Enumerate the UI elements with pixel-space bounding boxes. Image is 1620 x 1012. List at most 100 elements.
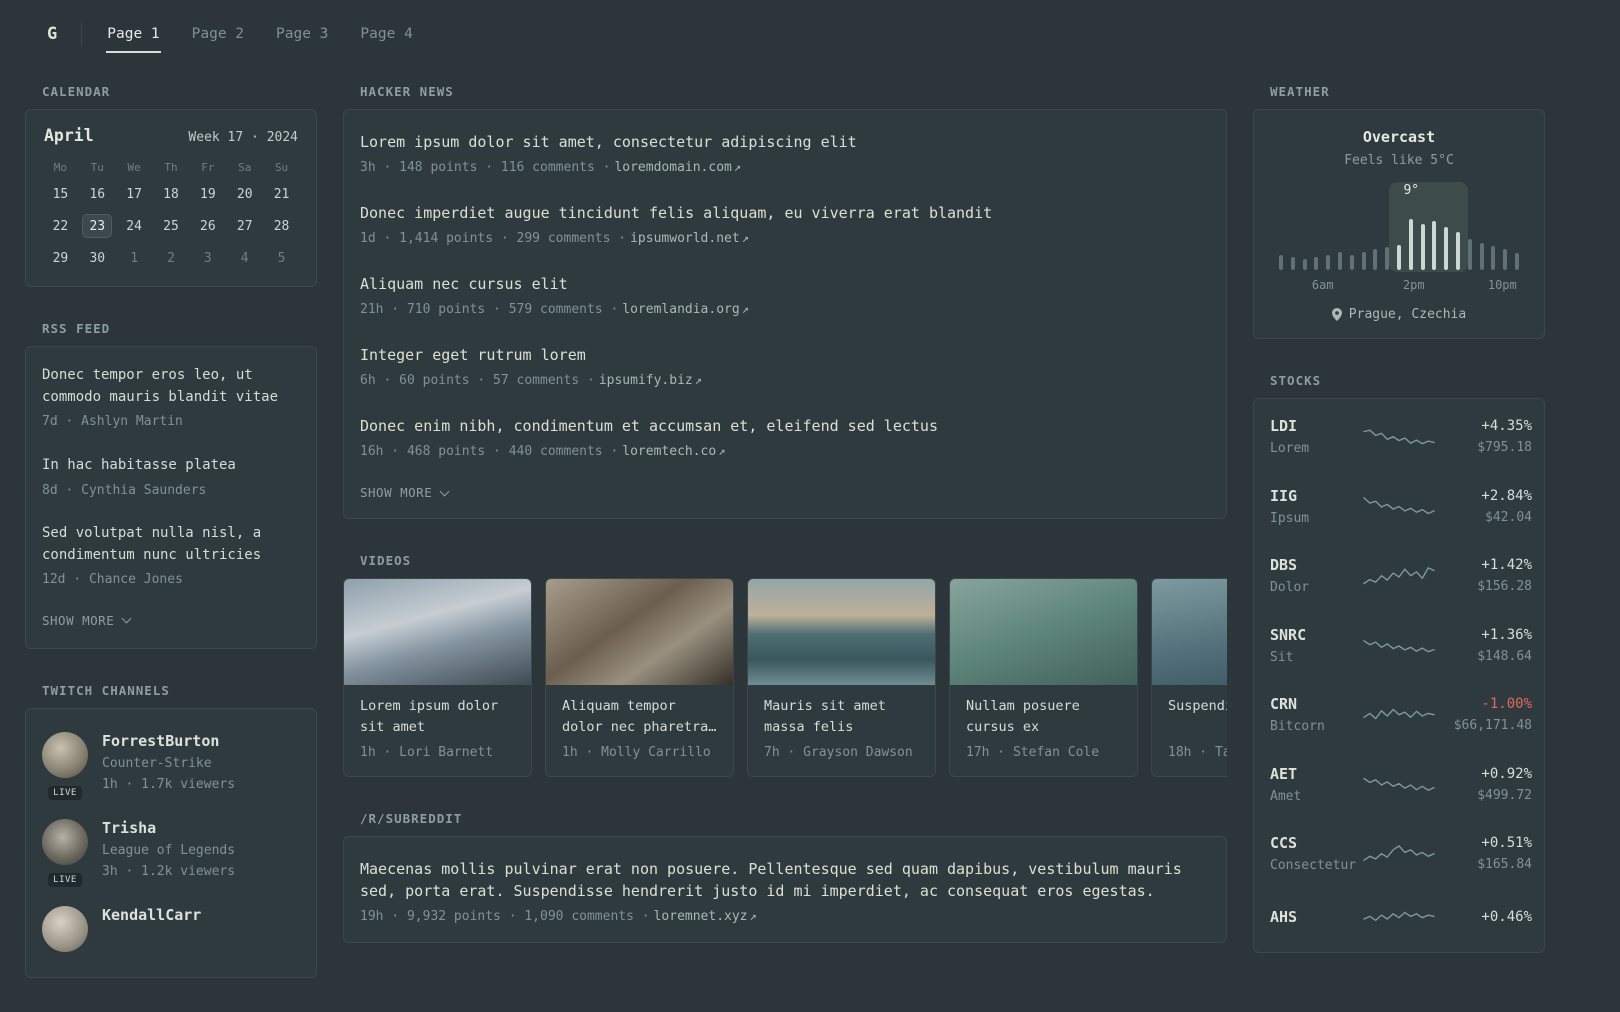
stock-symbol: IIG <box>1270 486 1298 505</box>
weather-location: Prague, Czechia <box>1348 307 1467 322</box>
hackernews-item-domain[interactable]: loremlandia.org <box>622 300 739 320</box>
calendar-day: 15 <box>52 186 69 202</box>
video-card[interactable]: Lorem ipsum dolor sit amet consectetu… 1… <box>343 578 532 777</box>
twitch-channel-name[interactable]: Trisha <box>102 819 235 837</box>
temperature-bar <box>1408 219 1413 270</box>
stock-row[interactable]: CRN Bitcorn -1.00% $66,171.48 <box>1270 681 1532 751</box>
stock-values: +1.42% $156.28 <box>1436 557 1532 597</box>
video-title[interactable]: Aliquam tempor dolor nec pharetra… <box>546 685 733 741</box>
twitch-channel-item[interactable]: LIVE ForrestBurton Counter-Strike 1h · 1… <box>42 721 300 808</box>
stock-values: +4.35% $795.18 <box>1436 418 1532 458</box>
stock-row[interactable]: AET Amet +0.92% $499.72 <box>1270 751 1532 821</box>
sparkline-svg <box>1363 778 1435 792</box>
sparkline-svg <box>1363 708 1435 720</box>
stock-row[interactable]: AHS +0.46% <box>1270 890 1532 948</box>
stock-change: +1.36% <box>1481 626 1532 643</box>
subreddit-post-domain[interactable]: loremnet.xyz <box>654 907 748 927</box>
app-logo[interactable]: G <box>47 24 57 50</box>
hackernews-item-domain[interactable]: loremdomain.com <box>614 158 731 178</box>
calendar-widget-title: CALENDAR <box>42 84 111 99</box>
stock-price: $156.28 <box>1477 579 1532 594</box>
video-title[interactable]: Nullam posuere cursus ex <box>950 685 1137 741</box>
calendar-day: 30 <box>89 250 106 266</box>
video-card[interactable]: Aliquam tempor dolor nec pharetra… 1h · … <box>545 578 734 777</box>
video-title[interactable]: Lorem ipsum dolor sit amet consectetu… <box>344 685 531 741</box>
calendar-day: 4 <box>240 250 249 266</box>
stocks-widget: STOCKS LDI Lorem +4.35% $795.18 IIG Ipsu… <box>1253 373 1545 953</box>
day-of-week-label: We <box>127 161 141 174</box>
calendar-day: 20 <box>236 186 253 202</box>
stock-name: Ipsum <box>1270 510 1310 526</box>
hackernews-item: Donec imperdiet augue tincidunt felis al… <box>360 189 1210 260</box>
temperature-bar <box>1491 246 1496 270</box>
video-title[interactable]: Mauris sit amet massa felis <box>748 685 935 741</box>
hackernews-item-domain[interactable]: ipsumify.biz <box>599 371 693 391</box>
sparkline-svg <box>1363 640 1435 653</box>
stock-sparkline <box>1362 701 1436 731</box>
twitch-avatar <box>42 905 88 952</box>
videos-widget-title: VIDEOS <box>360 553 412 568</box>
stock-row[interactable]: DBS Dolor +1.42% $156.28 <box>1270 542 1532 612</box>
weather-card: Overcast Feels like 5°C 9° 6am 2pm 10pm Pr… <box>1253 109 1545 339</box>
rss-item-title[interactable]: Sed volutpat nulla nisl, a condimentum n… <box>42 523 300 566</box>
video-thumbnail <box>748 579 935 685</box>
stock-symbol: LDI <box>1270 417 1298 435</box>
stock-symbol: CCS <box>1270 834 1298 852</box>
calendar-day: 24 <box>126 218 142 234</box>
stock-name: Sit <box>1270 649 1294 665</box>
stock-price: $42.04 <box>1485 509 1532 525</box>
hackernews-item-title[interactable]: Lorem ipsum dolor sit amet, consectetur … <box>360 131 1210 154</box>
hackernews-item-title[interactable]: Aliquam nec cursus elit <box>360 273 1210 296</box>
stock-row[interactable]: LDI Lorem +4.35% $795.18 <box>1270 403 1532 473</box>
page-tab[interactable]: Page 2 <box>191 22 245 53</box>
rss-item-title[interactable]: Donec tempor eros leo, ut commodo mauris… <box>42 365 300 408</box>
sparkline-svg <box>1363 497 1435 515</box>
stock-name: Amet <box>1270 788 1302 804</box>
page-tabs: Page 1 Page 2 Page 3 Page 4 <box>106 22 414 53</box>
video-card[interactable]: Nullam posuere cursus ex 17h · Stefan Co… <box>949 578 1138 777</box>
subreddit-post-title[interactable]: Maecenas mollis pulvinar erat non posuer… <box>360 858 1210 903</box>
calendar-day: 26 <box>200 218 216 234</box>
page-tab[interactable]: Page 3 <box>275 22 329 53</box>
calendar-day: 29 <box>52 250 69 266</box>
hackernews-item-domain[interactable]: loremtech.co <box>622 442 716 462</box>
rss-item-meta: 7d · Ashlyn Martin <box>42 414 183 430</box>
rss-item-title[interactable]: In hac habitasse platea <box>42 455 300 477</box>
temperature-bar <box>1444 227 1449 270</box>
twitch-channel-name[interactable]: KendallCarr <box>102 906 201 924</box>
hackernews-item-domain[interactable]: ipsumworld.net <box>630 229 740 249</box>
hackernews-show-more-button[interactable]: SHOW MORE <box>360 473 1210 514</box>
temperature-bar <box>1385 247 1390 270</box>
video-meta: 7h · Grayson Dawson <box>764 745 913 760</box>
temperature-bar <box>1326 255 1331 270</box>
page-tab[interactable]: Page 4 <box>359 22 413 53</box>
stock-values: +0.92% $499.72 <box>1436 766 1532 806</box>
weather-location-row: Prague, Czechia <box>1270 307 1528 322</box>
page-tab[interactable]: Page 1 <box>106 22 161 53</box>
twitch-avatar: LIVE <box>42 731 88 800</box>
twitch-channel-item[interactable]: LIVE Trisha League of Legends 3h · 1.2k … <box>42 808 300 895</box>
video-meta: 17h · Stefan Cole <box>966 745 1100 760</box>
stock-row[interactable]: IIG Ipsum +2.84% $42.04 <box>1270 473 1532 543</box>
video-card[interactable]: Mauris sit amet massa felis 7h · Grayson… <box>747 578 936 777</box>
twitch-channel-item[interactable]: KendallCarr <box>42 895 300 965</box>
hackernews-item-title[interactable]: Donec imperdiet augue tincidunt felis al… <box>360 202 1210 225</box>
twitch-channel-name[interactable]: ForrestBurton <box>102 732 235 750</box>
left-column: CALENDAR April Week 17 · 2024 Mo Tu We Th Fr… <box>25 84 317 1012</box>
calendar-header: April Week 17 · 2024 <box>42 126 300 145</box>
subreddit-post: Maecenas mollis pulvinar erat non posuer… <box>360 845 1210 939</box>
rss-item: Donec tempor eros leo, ut commodo mauris… <box>42 353 300 443</box>
stocks-widget-title: STOCKS <box>1270 373 1322 388</box>
stock-row[interactable]: CCS Consectetur +0.51% $165.84 <box>1270 820 1532 890</box>
stock-price: $148.64 <box>1477 648 1532 664</box>
video-card[interactable]: Suspendisse diam 18h · Tara <box>1151 578 1227 777</box>
twitch-channel-info: KendallCarr <box>102 906 201 952</box>
video-title[interactable]: Suspendisse diam <box>1152 685 1227 741</box>
stock-row[interactable]: SNRC Sit +1.36% $148.64 <box>1270 612 1532 682</box>
right-column: WEATHER Overcast Feels like 5°C 9° 6am 2p… <box>1253 84 1545 987</box>
rss-show-more-button[interactable]: SHOW MORE <box>42 601 300 642</box>
hackernews-item-title[interactable]: Integer eget rutrum lorem <box>360 344 1210 367</box>
hackernews-item-title[interactable]: Donec enim nibh, condimentum et accumsan… <box>360 415 1210 438</box>
stock-change: +1.42% <box>1481 557 1532 573</box>
calendar-day: 19 <box>200 186 216 202</box>
